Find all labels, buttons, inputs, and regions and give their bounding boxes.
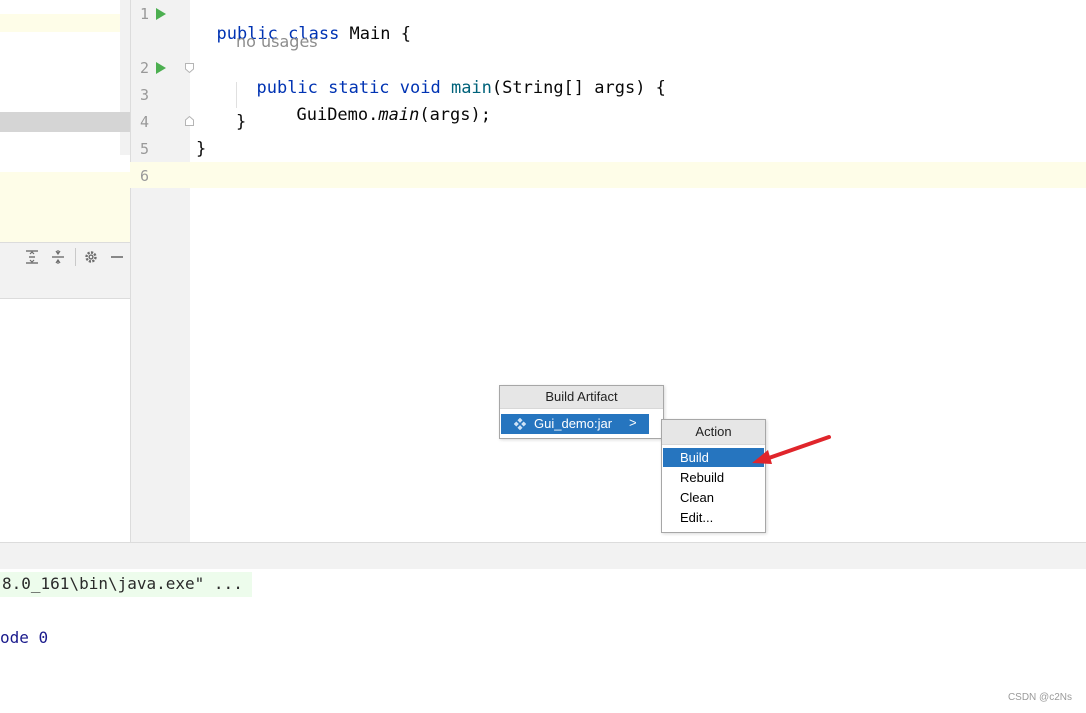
line-number: 1 bbox=[139, 5, 149, 23]
code-text: (String[] args) { bbox=[491, 78, 666, 98]
run-icon[interactable] bbox=[156, 8, 166, 20]
annotation-arrow bbox=[752, 435, 831, 464]
menu-item-edit[interactable]: Edit... bbox=[663, 508, 764, 527]
artifact-icon bbox=[514, 418, 526, 430]
console-exit-line: ode 0 bbox=[0, 628, 49, 647]
chevron-right-icon: > bbox=[629, 415, 637, 430]
gear-icon[interactable] bbox=[84, 250, 98, 264]
artifact-item-label: Gui_demo:jar bbox=[534, 416, 613, 431]
run-tool-window-header bbox=[0, 542, 1086, 570]
project-panel-highlight bbox=[0, 14, 120, 32]
build-artifact-popup: Build Artifact Gui_demo:jar > bbox=[499, 385, 664, 439]
collapse-all-icon[interactable] bbox=[51, 250, 65, 264]
code-line-3[interactable]: GuiDemo.main(args); bbox=[276, 85, 491, 125]
menu-item-label: Edit... bbox=[680, 510, 714, 525]
line-number: 3 bbox=[139, 86, 149, 104]
menu-item-label: Build bbox=[680, 450, 709, 465]
code-line-5[interactable]: } bbox=[196, 139, 206, 159]
code-class: GuiDemo. bbox=[296, 105, 379, 125]
project-tree-selected-row[interactable] bbox=[0, 112, 130, 132]
menu-item-label: Rebuild bbox=[680, 470, 725, 485]
code-text: Main { bbox=[349, 24, 411, 44]
inlay-hint-usages[interactable]: no usages bbox=[236, 32, 318, 51]
code-text: (args); bbox=[419, 105, 491, 125]
watermark: CSDN @c2Ns bbox=[1007, 692, 1072, 703]
line-number: 5 bbox=[139, 140, 149, 158]
code-method-call: main bbox=[378, 105, 420, 125]
toolbar-separator bbox=[75, 248, 76, 266]
fold-icon[interactable] bbox=[185, 116, 194, 126]
popup-title: Build Artifact bbox=[500, 386, 663, 409]
run-icon[interactable] bbox=[156, 62, 166, 74]
menu-item-clean[interactable]: Clean bbox=[663, 488, 764, 507]
minimize-icon[interactable] bbox=[110, 250, 124, 264]
code-line-4[interactable]: } bbox=[236, 112, 246, 132]
project-panel-highlight-lower bbox=[0, 172, 130, 242]
menu-item-label: Clean bbox=[680, 490, 714, 505]
artifact-item-gui-demo-jar[interactable]: Gui_demo:jar > bbox=[501, 414, 649, 434]
console-command-line: 8.0_161\bin\java.exe" ... bbox=[2, 574, 243, 593]
project-panel-subheader bbox=[0, 272, 130, 299]
line-number: 6 bbox=[139, 167, 149, 185]
editor-gutter bbox=[130, 0, 190, 542]
line-number: 2 bbox=[139, 59, 149, 77]
caret-line-highlight bbox=[130, 162, 1086, 188]
fold-icon[interactable] bbox=[185, 63, 194, 73]
expand-all-icon[interactable] bbox=[25, 250, 39, 264]
line-number: 4 bbox=[139, 113, 149, 131]
project-panel-toolbar bbox=[0, 242, 130, 274]
menu-item-rebuild[interactable]: Rebuild bbox=[663, 468, 764, 487]
